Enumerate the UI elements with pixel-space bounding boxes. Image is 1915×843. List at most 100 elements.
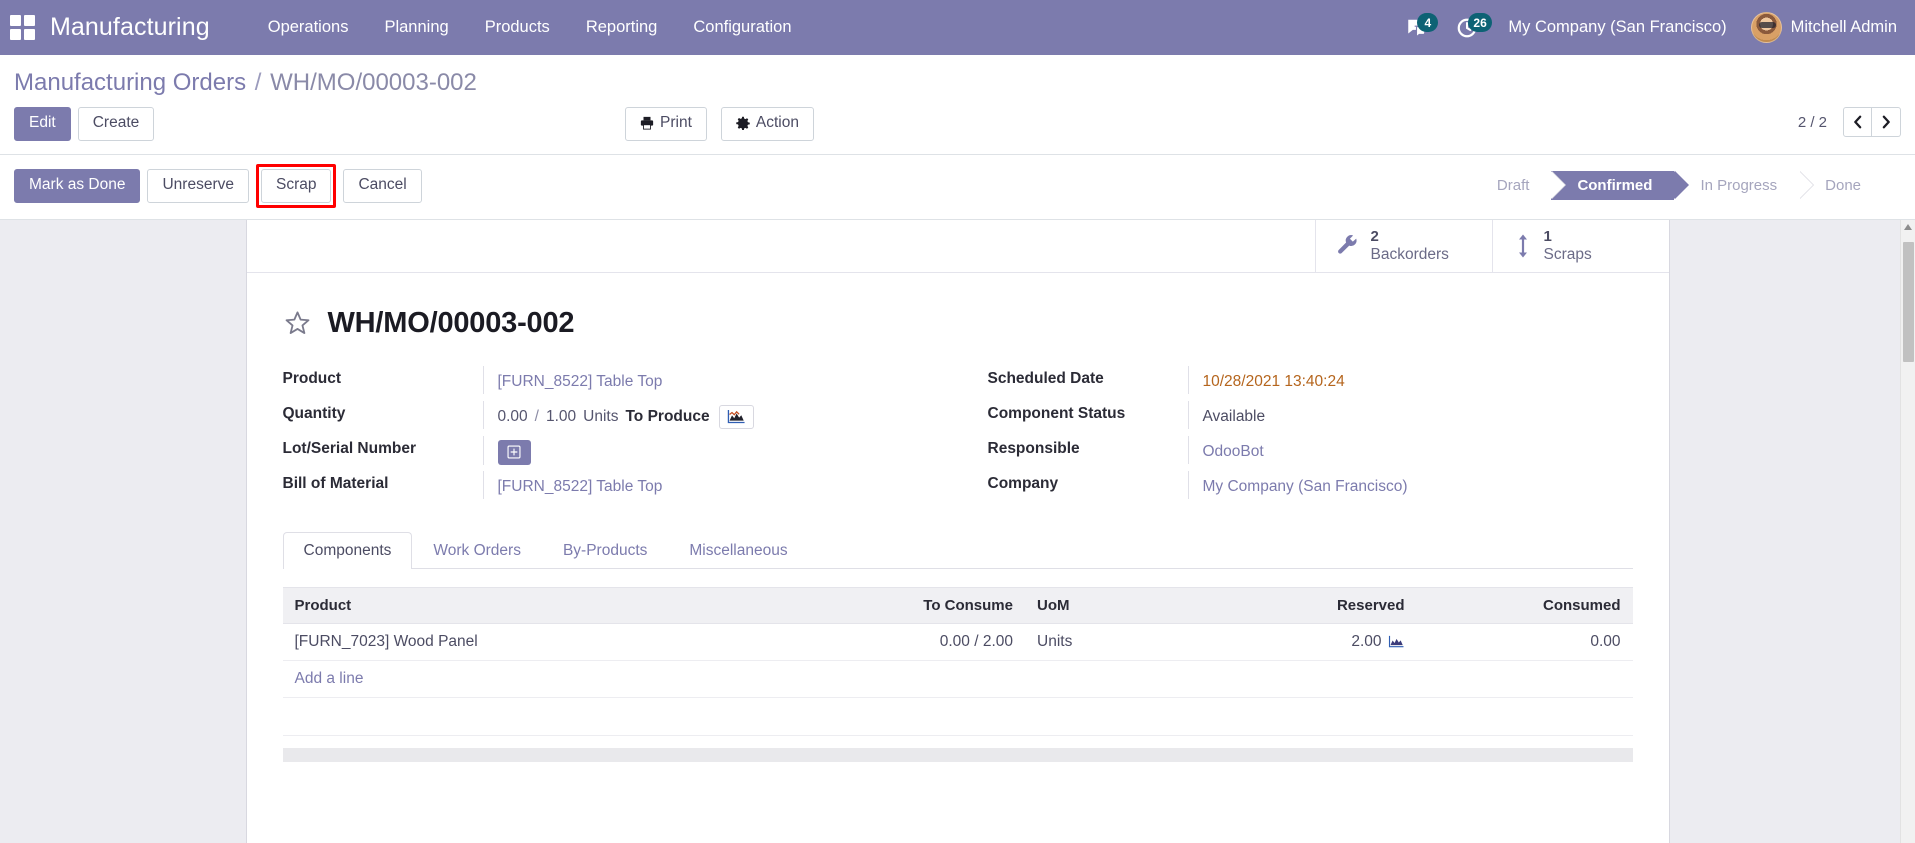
field-scheduled-date-value[interactable]: 10/28/2021 13:40:24	[1187, 365, 1603, 394]
add-a-line-row: Add a line	[282, 660, 1633, 698]
quantity-uom: Units	[583, 407, 619, 425]
table-header-row: Product To Consume UoM Reserved Consumed	[282, 586, 1633, 624]
forecast-chart-icon[interactable]	[1388, 635, 1405, 648]
menu-item-products[interactable]: Products	[467, 12, 568, 43]
action-button-label: Action	[755, 114, 799, 131]
table-row[interactable]: [FURN_7023] Wood Panel 0.00 / 2.00 Units…	[282, 623, 1633, 661]
pager-next-button[interactable]	[1872, 107, 1901, 137]
product-forecast-button[interactable]	[718, 404, 754, 429]
breadcrumb-current: WH/MO/00003-002	[270, 69, 477, 96]
tab-miscellaneous[interactable]: Miscellaneous	[668, 532, 808, 569]
activities-count-badge: 26	[1468, 13, 1492, 32]
scrap-button[interactable]: Scrap	[260, 168, 332, 203]
navbar-systray: 4 26 My Company (San Francisco) Mitchell…	[1391, 0, 1897, 55]
print-button-label: Print	[660, 114, 692, 131]
cell-reserved[interactable]: 2.00	[1160, 623, 1417, 661]
gear-icon	[736, 117, 750, 131]
user-menu[interactable]: Mitchell Admin	[1743, 12, 1897, 43]
action-button[interactable]: Action	[720, 107, 814, 141]
menu-item-configuration[interactable]: Configuration	[675, 12, 809, 43]
tab-by-products[interactable]: By-Products	[542, 532, 668, 569]
field-lot-serial-value	[482, 435, 928, 465]
quantity-done[interactable]: 0.00	[498, 408, 528, 426]
edit-button[interactable]: Edit	[14, 107, 71, 141]
field-scheduled-date-label: Scheduled Date	[987, 369, 1104, 387]
status-bar-row: Mark as Done Unreserve Scrap Cancel Draf…	[0, 154, 1915, 220]
cell-to-consume[interactable]: 0.00 / 2.00	[795, 623, 1025, 661]
avatar	[1750, 12, 1782, 43]
tab-work-orders[interactable]: Work Orders	[412, 532, 542, 569]
status-pipeline: Draft Confirmed In Progress Done	[1482, 171, 1883, 201]
smart-button-backorders[interactable]: 2 Backorders	[1314, 219, 1492, 272]
form-fields-grid: Product [FURN_8522] Table Top Quantity 0…	[282, 365, 1633, 506]
sheet-horizontal-scrollbar[interactable]	[282, 747, 1633, 762]
field-company: Company My Company (San Francisco)	[987, 470, 1603, 504]
tab-components[interactable]: Components	[282, 531, 413, 569]
messages-menu[interactable]: 4	[1391, 0, 1442, 55]
chevron-right-icon	[1882, 115, 1890, 129]
print-button[interactable]: Print	[625, 107, 707, 141]
cell-product[interactable]: [FURN_7023] Wood Panel	[282, 623, 796, 661]
scrollbar-thumb[interactable]	[1903, 241, 1914, 362]
breadcrumb-root-link[interactable]: Manufacturing Orders	[14, 69, 246, 96]
column-header-reserved[interactable]: Reserved	[1160, 586, 1417, 624]
status-stage-confirmed[interactable]: Confirmed	[1551, 171, 1690, 201]
pager-count: 2 / 2	[1797, 113, 1827, 131]
main-menu: Operations Planning Products Reporting C…	[250, 12, 810, 43]
messages-count-badge: 4	[1417, 13, 1439, 32]
field-lot-serial-label: Lot/Serial Number	[282, 439, 417, 457]
quantity-to-do[interactable]: 1.00	[546, 408, 576, 426]
add-a-line-cell: Add a line	[282, 660, 1633, 698]
arrows-up-down-icon	[1518, 234, 1527, 258]
column-header-product[interactable]: Product	[282, 586, 796, 624]
column-header-to-consume[interactable]: To Consume	[795, 586, 1025, 624]
field-component-status: Component Status Available	[987, 400, 1603, 434]
scroll-up-arrow-icon[interactable]	[1904, 223, 1912, 230]
generate-serial-icon	[507, 445, 521, 459]
menu-item-reporting[interactable]: Reporting	[568, 12, 676, 43]
form-action-buttons: Edit Create	[14, 107, 155, 141]
status-stage-in-progress[interactable]: In Progress	[1674, 171, 1814, 201]
pager-previous-button[interactable]	[1843, 107, 1872, 137]
menu-item-operations[interactable]: Operations	[250, 12, 367, 43]
cell-consumed[interactable]: 0.00	[1416, 623, 1633, 661]
add-a-line-link[interactable]: Add a line	[295, 670, 364, 687]
smart-button-scraps[interactable]: 1 Scraps	[1491, 219, 1669, 272]
field-company-value[interactable]: My Company (San Francisco)	[1187, 470, 1603, 499]
quantity-separator: /	[534, 407, 539, 425]
user-name-label: Mitchell Admin	[1790, 18, 1897, 36]
column-header-consumed[interactable]: Consumed	[1416, 586, 1633, 624]
table-empty-row	[282, 697, 1633, 736]
form-column-right: Scheduled Date 10/28/2021 13:40:24 Compo…	[958, 365, 1633, 506]
company-switcher[interactable]: My Company (San Francisco)	[1492, 18, 1742, 37]
field-product-value[interactable]: [FURN_8522] Table Top	[482, 365, 928, 394]
field-product-label: Product	[282, 369, 342, 387]
create-button[interactable]: Create	[77, 107, 155, 141]
top-navbar: Manufacturing Operations Planning Produc…	[0, 0, 1915, 55]
wrench-icon	[1337, 234, 1357, 254]
sheet-body: WH/MO/00003-002 Product [FURN_8522] Tabl…	[247, 273, 1669, 762]
menu-item-planning[interactable]: Planning	[366, 12, 466, 43]
column-header-uom[interactable]: UoM	[1025, 586, 1160, 624]
status-stage-draft[interactable]: Draft	[1482, 171, 1566, 201]
cell-uom[interactable]: Units	[1025, 623, 1160, 661]
field-responsible-value[interactable]: OdooBot	[1187, 435, 1603, 464]
unreserve-button[interactable]: Unreserve	[147, 168, 249, 203]
activities-menu[interactable]: 26	[1442, 0, 1492, 55]
notebook-tabs: Components Work Orders By-Products Misce…	[282, 531, 1633, 569]
field-component-status-value: Available	[1187, 400, 1603, 429]
app-brand-title[interactable]: Manufacturing	[50, 13, 210, 42]
field-product: Product [FURN_8522] Table Top	[282, 365, 928, 399]
cancel-button[interactable]: Cancel	[343, 168, 422, 203]
field-company-label: Company	[987, 474, 1059, 492]
generate-serial-button[interactable]	[497, 439, 531, 465]
field-bill-of-material-value[interactable]: [FURN_8522] Table Top	[482, 470, 928, 499]
form-view-container: 2 Backorders 1 Scraps WH/MO/00003-002 Pr…	[0, 219, 1915, 843]
mark-as-done-button[interactable]: Mark as Done	[14, 168, 141, 203]
star-outline-icon[interactable]	[283, 309, 312, 338]
field-component-status-label: Component Status	[987, 404, 1126, 422]
breadcrumb-separator: /	[254, 69, 262, 96]
apps-grid-icon[interactable]	[10, 14, 36, 41]
field-bill-of-material-label: Bill of Material	[282, 474, 389, 492]
page-vertical-scrollbar[interactable]	[1900, 219, 1915, 843]
